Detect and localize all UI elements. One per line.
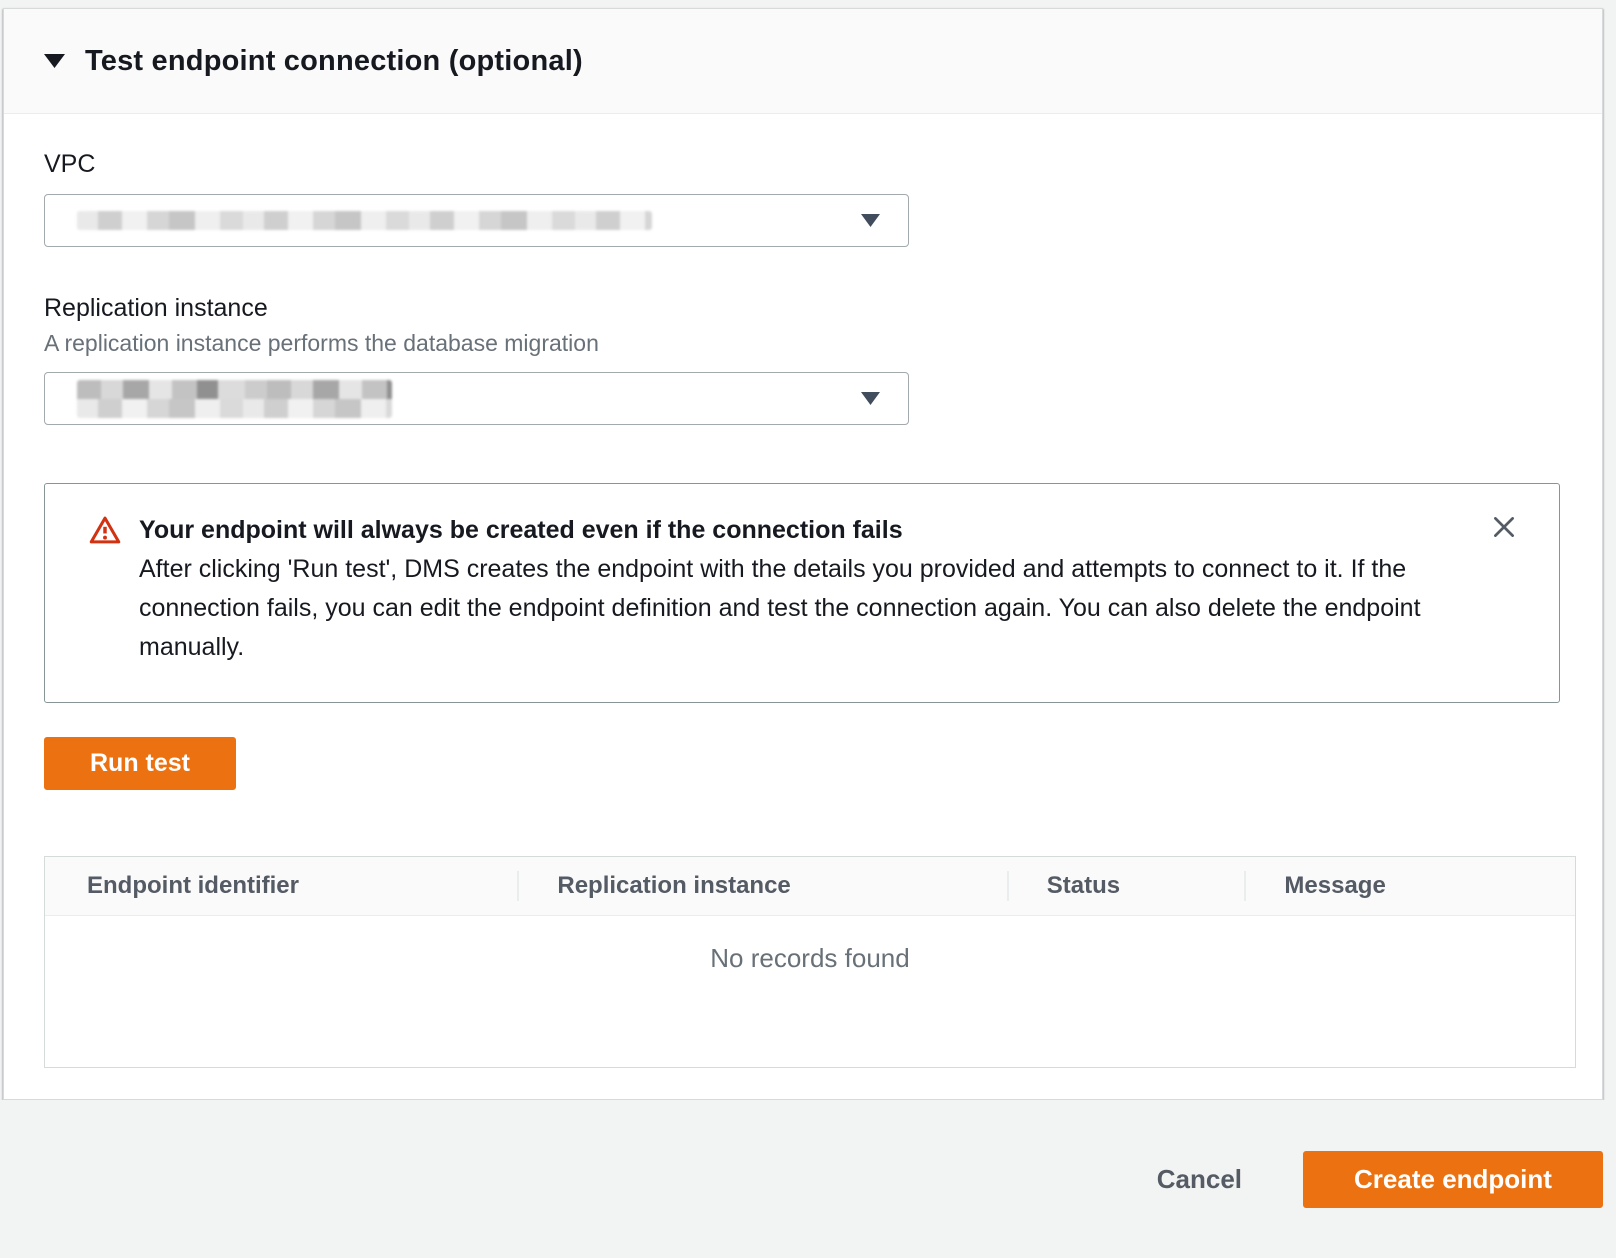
- replication-instance-description: A replication instance performs the data…: [44, 330, 1562, 357]
- warning-alert: Your endpoint will always be created eve…: [44, 483, 1560, 703]
- replication-instance-label: Replication instance: [44, 294, 1562, 323]
- alert-title: Your endpoint will always be created eve…: [139, 511, 1439, 550]
- alert-close-button[interactable]: [1487, 510, 1521, 544]
- dropdown-arrow-icon: [861, 392, 880, 405]
- panel-body: VPC Replication instance A replication i…: [4, 114, 1602, 1068]
- page: Test endpoint connection (optional) VPC …: [0, 0, 1616, 1258]
- replication-instance-select[interactable]: [44, 372, 909, 425]
- replication-instance-selected-value-redacted: [77, 380, 392, 418]
- dropdown-arrow-icon: [861, 214, 880, 227]
- table-header-row: Endpoint identifier Replication instance…: [45, 857, 1575, 916]
- panel-header[interactable]: Test endpoint connection (optional): [4, 9, 1602, 114]
- vpc-selected-value-redacted: [77, 211, 652, 230]
- warning-triangle-icon: [89, 514, 121, 667]
- column-header-message: Message: [1244, 872, 1575, 900]
- column-header-replication-instance: Replication instance: [517, 872, 1006, 900]
- column-header-status: Status: [1007, 872, 1245, 900]
- vpc-field-group: VPC: [44, 150, 1562, 247]
- table-empty-state: No records found: [45, 916, 1575, 1067]
- vpc-select[interactable]: [44, 194, 909, 247]
- alert-body: After clicking 'Run test', DMS creates t…: [139, 550, 1439, 667]
- alert-content: Your endpoint will always be created eve…: [139, 511, 1439, 667]
- test-results-table: Endpoint identifier Replication instance…: [44, 856, 1576, 1068]
- collapse-triangle-icon[interactable]: [44, 54, 65, 68]
- create-endpoint-button[interactable]: Create endpoint: [1303, 1151, 1603, 1208]
- cancel-button[interactable]: Cancel: [1157, 1164, 1242, 1195]
- close-icon: [1490, 513, 1518, 541]
- test-endpoint-panel: Test endpoint connection (optional) VPC …: [3, 8, 1603, 1100]
- vpc-label: VPC: [44, 150, 1562, 179]
- column-header-endpoint-identifier: Endpoint identifier: [45, 872, 517, 900]
- form-footer: Cancel Create endpoint: [0, 1100, 1616, 1258]
- replication-instance-field-group: Replication instance A replication insta…: [44, 294, 1562, 425]
- run-test-button[interactable]: Run test: [44, 737, 236, 790]
- panel-title: Test endpoint connection (optional): [85, 45, 583, 78]
